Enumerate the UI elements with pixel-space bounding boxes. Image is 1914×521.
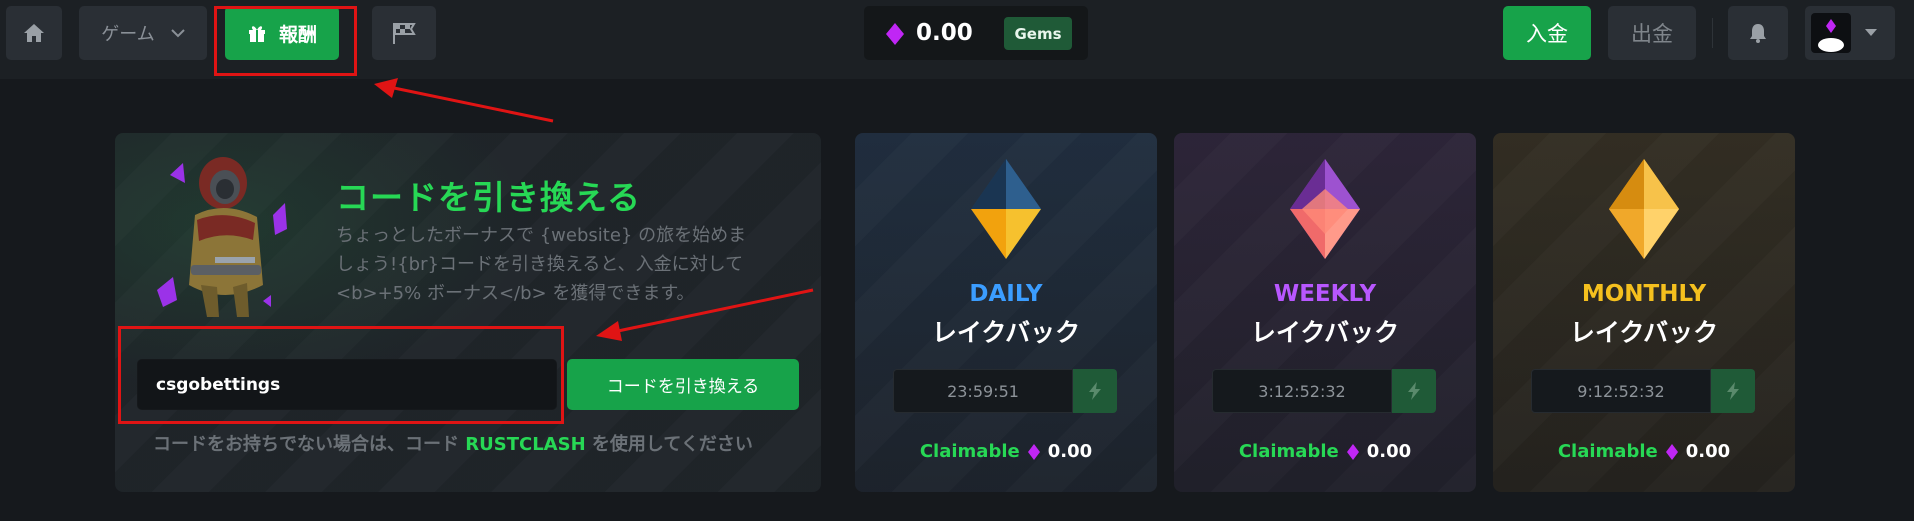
- balance-value: 0.00: [916, 20, 973, 46]
- claimable-amount: Claimable 0.00: [1174, 441, 1476, 462]
- gem-icon: [1609, 159, 1679, 259]
- claimable-label: Claimable: [1557, 441, 1658, 462]
- hint-prefix: コードをお持ちでない場合は、コード: [153, 434, 459, 455]
- gem-icon: [1665, 443, 1678, 460]
- races-button[interactable]: [372, 6, 436, 60]
- redeem-code-button[interactable]: コードを引き換える: [567, 359, 799, 410]
- rakeback-period: WEEKLY: [1273, 281, 1377, 307]
- home-icon: [24, 24, 44, 42]
- rewards-label: 報酬: [278, 23, 317, 46]
- claimable-amount: Claimable 0.00: [1493, 441, 1795, 462]
- claimable-label: Claimable: [919, 441, 1020, 462]
- lightning-icon: [1089, 382, 1101, 400]
- deposit-button[interactable]: 入金: [1503, 6, 1591, 60]
- rakeback-timer: 9:12:52:32: [1531, 369, 1711, 413]
- notifications-button[interactable]: [1728, 6, 1788, 60]
- hint-suffix: を使用してください: [591, 434, 753, 455]
- hint-code: RUSTCLASH: [465, 434, 586, 455]
- gift-icon: [248, 26, 265, 42]
- redeem-title: コードを引き換える: [336, 178, 642, 217]
- gem-icon: [886, 23, 904, 45]
- rakeback-card-daily: DAILY レイクバック 23:59:51 Claimable 0.00: [855, 133, 1157, 492]
- rakeback-timer: 23:59:51: [893, 369, 1073, 413]
- claim-button[interactable]: [1711, 369, 1755, 413]
- chevron-down-icon: [171, 28, 185, 37]
- redeem-code-card: コードを引き換える ちょっとしたボーナスで {website} の旅を始めましょ…: [115, 133, 821, 492]
- gem-icon: [1346, 443, 1359, 460]
- rakeback-label: レイクバック: [1250, 318, 1400, 347]
- rakeback-label: レイクバック: [1569, 318, 1719, 347]
- rakeback-timer: 3:12:52:32: [1212, 369, 1392, 413]
- gem-icon: [971, 159, 1041, 259]
- rewards-button[interactable]: 報酬: [225, 6, 339, 60]
- lightning-icon: [1727, 382, 1739, 400]
- rakeback-label: レイクバック: [931, 318, 1081, 347]
- flag-icon: [393, 23, 416, 44]
- top-navigation-bar: ゲーム 報酬 0.00 Gems 入金 出金: [0, 0, 1914, 79]
- character-illustration: [157, 157, 287, 317]
- profile-menu[interactable]: [1805, 6, 1895, 60]
- games-label: ゲーム: [101, 24, 155, 45]
- gems-badge[interactable]: Gems: [1004, 17, 1072, 50]
- claimable-value: 0.00: [1366, 441, 1412, 462]
- bell-icon: [1750, 24, 1766, 43]
- redeem-description: ちょっとしたボーナスで {website} の旅を始めましょう!{br}コードを…: [336, 225, 747, 304]
- withdraw-button[interactable]: 出金: [1608, 6, 1696, 60]
- home-button[interactable]: [6, 6, 62, 60]
- claimable-label: Claimable: [1238, 441, 1339, 462]
- games-dropdown[interactable]: ゲーム: [79, 6, 207, 60]
- balance-display: 0.00 Gems: [864, 6, 1088, 60]
- rakeback-card-monthly: MONTHLY レイクバック 9:12:52:32 Claimable 0.00: [1493, 133, 1795, 492]
- claimable-value: 0.00: [1685, 441, 1731, 462]
- claimable-amount: Claimable 0.00: [855, 441, 1157, 462]
- rakeback-period: MONTHLY: [1581, 281, 1707, 307]
- claimable-value: 0.00: [1047, 441, 1093, 462]
- claim-button[interactable]: [1392, 369, 1436, 413]
- code-hint: コードをお持ちでない場合は、コード RUSTCLASH を使用してください: [153, 430, 753, 456]
- avatar: [1811, 13, 1851, 53]
- rakeback-period: DAILY: [969, 281, 1043, 307]
- gem-icon: [1027, 443, 1040, 460]
- divider: [1712, 18, 1713, 48]
- claim-button[interactable]: [1073, 369, 1117, 413]
- gem-icon: [1290, 159, 1360, 259]
- code-input[interactable]: [137, 359, 557, 410]
- lightning-icon: [1408, 382, 1420, 400]
- rakeback-card-weekly: WEEKLY レイクバック 3:12:52:32 Claimable 0.00: [1174, 133, 1476, 492]
- caret-down-icon: [1865, 29, 1877, 36]
